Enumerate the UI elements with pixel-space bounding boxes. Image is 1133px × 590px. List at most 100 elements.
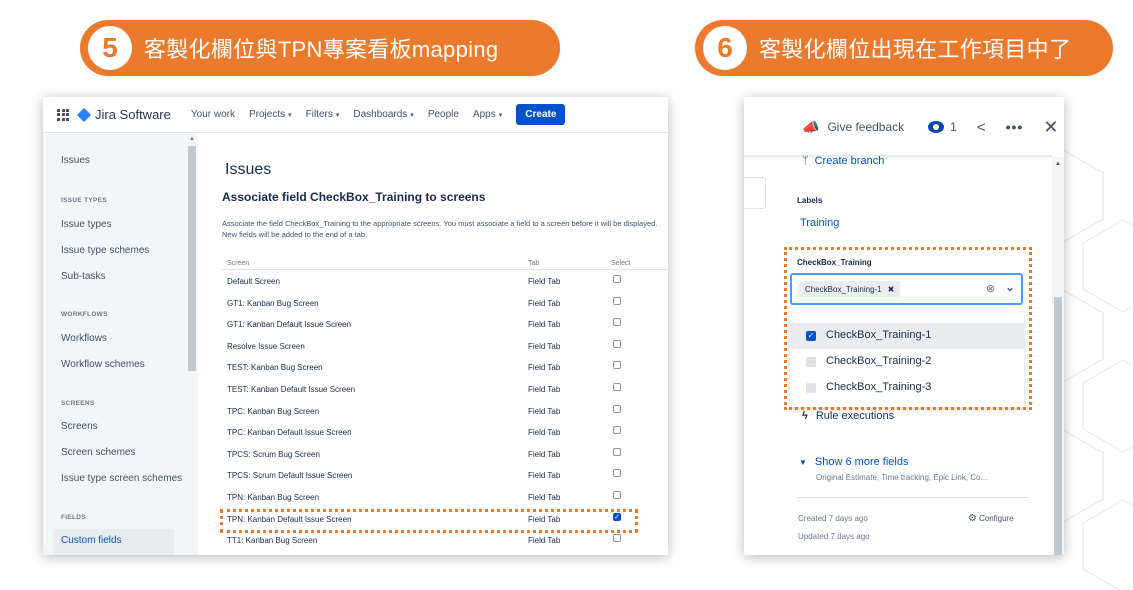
screen-name: TPCS: Scrum Bug Screen: [227, 449, 320, 459]
screen-name: Resolve Issue Screen: [227, 341, 305, 351]
screen-name: GT1: Kanban Default Issue Screen: [227, 320, 352, 330]
sidebar-item-workflow-schemes[interactable]: Workflow schemes: [61, 359, 145, 370]
screen-name: GT1: Kanban Bug Screen: [227, 298, 319, 308]
sidebar-item-screens[interactable]: Screens: [61, 421, 98, 432]
rule-executions-link[interactable]: ϟ Rule executions: [802, 410, 894, 422]
app-switcher-icon[interactable]: [57, 108, 69, 121]
step-5-banner: 5 客製化欄位與TPN專案看板mapping: [80, 20, 560, 76]
screen-name: TPC: Kanban Bug Screen: [227, 406, 320, 416]
create-branch-link[interactable]: ᛘ Create branch: [802, 155, 884, 167]
column-header-tab: Tab: [528, 260, 540, 267]
admin-sidebar: Issues ISSUE TYPES Issue types Issue typ…: [43, 134, 186, 555]
give-feedback-link[interactable]: Give feedback: [827, 120, 904, 134]
select-checkbox[interactable]: [613, 296, 621, 305]
select-checkbox[interactable]: [613, 318, 621, 327]
table-row: Default Screen Field Tab: [222, 271, 668, 293]
step-number: 5: [88, 26, 132, 70]
jira-diamond-icon: [76, 107, 92, 122]
screen-name: TPCS: Scrum Default Issue Screen: [227, 471, 353, 481]
adjacent-panel-edge: [744, 177, 766, 209]
main-content: Issues Associate field CheckBox_Training…: [198, 134, 668, 555]
screen-name: TEST: Kanban Bug Screen: [227, 363, 323, 373]
tab-name: Field Tab: [528, 536, 561, 546]
step-title: 客製化欄位與TPN專案看板mapping: [144, 37, 499, 62]
sidebar-heading-issue-types: ISSUE TYPES: [61, 197, 107, 204]
label-training-link[interactable]: Training: [800, 217, 839, 229]
chevron-down-icon: ▼: [799, 458, 807, 467]
nav-your-work[interactable]: Your work: [191, 109, 235, 120]
gear-icon: ⚙: [968, 513, 977, 524]
select-checkbox[interactable]: [613, 534, 621, 543]
select-checkbox[interactable]: [613, 469, 621, 478]
tab-name: Field Tab: [528, 277, 561, 286]
table-row: TPCS: Scrum Bug Screen Field Tab: [222, 444, 668, 466]
share-icon[interactable]: <: [977, 119, 986, 136]
issue-toolbar: 📣 Give feedback 1 < ••• ✕: [744, 97, 1064, 157]
page-title: Issues: [225, 161, 272, 178]
close-icon[interactable]: ✕: [1043, 117, 1058, 138]
nav-dashboards[interactable]: Dashboards ▾: [353, 109, 413, 120]
chevron-down-icon: ▾: [498, 112, 503, 119]
select-checkbox[interactable]: [613, 383, 621, 391]
footer-divider: [797, 497, 1029, 498]
chevron-down-icon: ▾: [288, 112, 292, 119]
nav-filters[interactable]: Filters ▾: [306, 109, 340, 120]
select-checkbox[interactable]: [613, 426, 621, 435]
nav-people[interactable]: People: [428, 109, 459, 120]
scrollbar-thumb[interactable]: [1054, 297, 1062, 555]
chevron-down-icon: ▾: [410, 112, 414, 119]
table-row: TT1: Kanban Bug Screen Field Tab: [222, 530, 668, 552]
select-checkbox[interactable]: [613, 361, 621, 370]
table-row: Resolve Issue Screen Field Tab: [222, 336, 668, 358]
chevron-down-icon: ▾: [335, 112, 340, 119]
nav-apps[interactable]: Apps ▾: [473, 109, 502, 120]
watch-eye-icon[interactable]: [928, 121, 945, 133]
scroll-up-arrow-icon[interactable]: ▲: [189, 136, 195, 142]
step-title: 客製化欄位出現在工作項目中了: [759, 37, 1072, 62]
sidebar-item-screen-schemes[interactable]: Screen schemes: [61, 447, 135, 458]
step-number: 6: [703, 26, 747, 70]
table-row: TPCS: Scrum Default Issue Screen Field Ta…: [222, 465, 668, 487]
scroll-up-arrow-icon[interactable]: ▲: [1055, 161, 1061, 167]
select-checkbox[interactable]: [613, 339, 621, 348]
jira-logo[interactable]: Jira Software: [76, 107, 171, 122]
table-row: TEST: Kanban Default Issue Screen Field T…: [222, 379, 668, 401]
sidebar-item-issue-type-screen-schemes[interactable]: Issue type screen schemes: [61, 473, 182, 484]
column-header-select: Select: [611, 260, 631, 267]
tab-name: Field Tab: [528, 320, 561, 330]
sidebar-scrollbar[interactable]: ▲: [186, 134, 198, 555]
table-row: TPN: Kanban Bug Screen Field Tab: [222, 487, 668, 509]
table-row: TPC: Kanban Default Issue Screen Field Ta…: [222, 422, 668, 444]
sidebar-item-workflows[interactable]: Workflows: [61, 333, 107, 344]
select-checkbox[interactable]: [613, 491, 621, 499]
tab-name: Field Tab: [528, 493, 561, 502]
select-checkbox[interactable]: [613, 275, 621, 283]
sidebar-item-custom-fields[interactable]: Custom fields: [61, 535, 122, 546]
select-checkbox[interactable]: [613, 404, 621, 413]
configure-link[interactable]: ⚙ Configure: [968, 513, 1014, 524]
page-subtitle: Associate field CheckBox_Training to scr…: [222, 190, 486, 204]
create-button[interactable]: Create: [516, 104, 566, 125]
table-row: GT1: Kanban Bug Screen Field Tab: [222, 293, 668, 315]
sidebar-heading-screens: SCREENS: [61, 400, 95, 407]
header-divider: [222, 269, 668, 270]
table-row: GT1: Kanban Default Issue Screen Field Ta…: [222, 314, 668, 336]
branch-icon: ᛘ: [802, 155, 809, 167]
issue-scrollbar[interactable]: ▲: [1052, 157, 1064, 555]
screen-name: Default Screen: [227, 277, 280, 286]
select-checkbox[interactable]: [613, 447, 621, 456]
created-timestamp: Created 7 days ago: [798, 514, 868, 523]
megaphone-icon[interactable]: 📣: [802, 119, 819, 136]
sidebar-item-sub-tasks[interactable]: Sub-tasks: [61, 271, 105, 282]
nav-projects[interactable]: Projects ▾: [249, 109, 292, 120]
sidebar-item-issue-type-schemes[interactable]: Issue type schemes: [61, 245, 149, 256]
sidebar-item-issues[interactable]: Issues: [61, 155, 90, 166]
tab-name: Field Tab: [528, 363, 561, 373]
show-more-fields-toggle[interactable]: ▼ Show 6 more fields: [799, 456, 908, 468]
tab-name: Field Tab: [528, 341, 561, 351]
sidebar-item-issue-types[interactable]: Issue types: [61, 219, 112, 230]
tab-name: Field Tab: [528, 406, 561, 416]
scrollbar-thumb[interactable]: [188, 146, 196, 371]
more-actions-icon[interactable]: •••: [1006, 119, 1024, 135]
updated-timestamp: Updated 7 days ago: [798, 532, 870, 541]
